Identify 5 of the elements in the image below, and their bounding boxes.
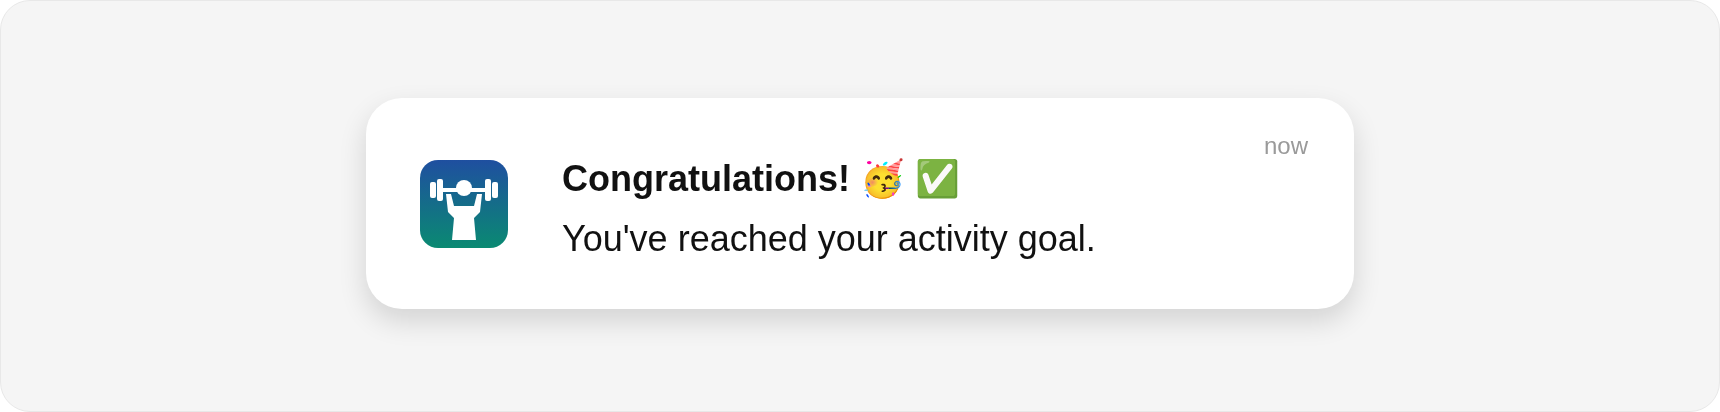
notification-time: now	[1263, 130, 1308, 161]
notification-title: Congratulations! 🥳 ✅	[562, 156, 961, 201]
weightlifter-icon	[420, 159, 508, 248]
notification-card[interactable]: Congratulations! 🥳 ✅ You've reached your activity goal. now	[366, 97, 1354, 309]
notification-message: You've reached your activity goal.	[562, 216, 1096, 261]
